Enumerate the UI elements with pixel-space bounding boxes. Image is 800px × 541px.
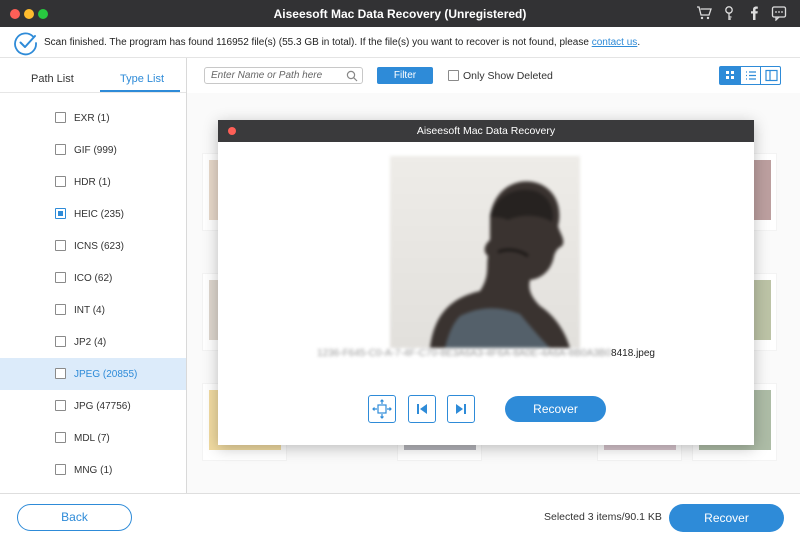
type-list-item[interactable]: JPG (47756) <box>0 390 186 422</box>
preview-filename-visible: 8418.jpeg <box>611 348 655 359</box>
only-show-deleted-checkbox[interactable] <box>448 70 459 81</box>
file-type-list: EXR (1) GIF (999) HDR (1) HEIC (235) ICNS (6… <box>0 102 186 486</box>
view-mode-switcher <box>719 66 781 85</box>
next-file-button[interactable] <box>447 395 475 423</box>
type-label: GIF (999) <box>74 145 117 156</box>
type-label: ICO (62) <box>74 273 113 284</box>
dialog-recover-button[interactable]: Recover <box>505 396 606 422</box>
portrait-preview-image <box>430 181 570 348</box>
facebook-icon[interactable] <box>746 5 762 21</box>
type-checkbox[interactable] <box>55 272 66 283</box>
selected-items-info: Selected 3 items/90.1 KB <box>544 511 662 523</box>
title-bar: Aiseesoft Mac Data Recovery (Unregistere… <box>0 0 800 27</box>
type-label: JP2 (4) <box>74 337 107 348</box>
contact-us-link[interactable]: contact us <box>592 37 638 48</box>
scan-status-suffix: . <box>637 37 641 48</box>
type-checkbox[interactable] <box>55 400 66 411</box>
type-checkbox[interactable] <box>55 208 66 219</box>
tab-path-list[interactable]: Path List <box>31 73 74 85</box>
type-list-item[interactable]: JPEG (20855) <box>0 358 186 390</box>
type-list-item[interactable]: JP2 (4) <box>0 326 186 358</box>
type-list-item[interactable]: MNG (1) <box>0 454 186 486</box>
key-icon[interactable] <box>721 5 737 21</box>
only-show-deleted-label: Only Show Deleted <box>463 70 553 82</box>
type-list-item[interactable]: GIF (999) <box>0 134 186 166</box>
type-label: INT (4) <box>74 305 105 316</box>
type-checkbox[interactable] <box>55 304 66 315</box>
recover-button[interactable]: Recover <box>669 504 784 532</box>
type-label: JPEG (20855) <box>74 369 138 380</box>
previous-icon <box>417 404 427 414</box>
list-view-icon <box>746 71 756 80</box>
image-preview <box>390 156 580 348</box>
type-list-item[interactable]: INT (4) <box>0 294 186 326</box>
type-label: HDR (1) <box>74 177 111 188</box>
type-label: EXR (1) <box>74 113 110 124</box>
previous-file-button[interactable] <box>408 395 436 423</box>
search-box[interactable] <box>204 67 363 84</box>
type-checkbox[interactable] <box>55 368 66 379</box>
type-checkbox[interactable] <box>55 112 66 123</box>
grid-view-icon <box>726 71 734 79</box>
type-list-item[interactable]: ICO (62) <box>0 262 186 294</box>
detail-view-icon <box>765 69 778 82</box>
type-label: JPG (47756) <box>74 401 131 412</box>
grid-view-button[interactable] <box>720 67 740 84</box>
list-tabs: Path List Type List <box>0 58 186 93</box>
scan-status-bar: Scan finished. The program has found 116… <box>0 27 800 58</box>
type-list-item[interactable]: HDR (1) <box>0 166 186 198</box>
type-list-item[interactable]: ICNS (623) <box>0 230 186 262</box>
type-checkbox[interactable] <box>55 336 66 347</box>
next-icon <box>456 404 466 414</box>
type-checkbox[interactable] <box>55 240 66 251</box>
feedback-icon[interactable] <box>771 5 787 21</box>
back-button[interactable]: Back <box>17 504 132 531</box>
dialog-title-bar: Aiseesoft Mac Data Recovery <box>218 120 754 142</box>
dialog-title: Aiseesoft Mac Data Recovery <box>416 125 556 137</box>
type-label: MNG (1) <box>74 465 113 476</box>
filter-button[interactable]: Filter <box>377 67 433 84</box>
search-icon[interactable] <box>346 70 358 82</box>
search-input[interactable] <box>211 69 341 82</box>
preview-filename: 1236-F645-C0-A-7-4F-C70-8E3A6A3-4F6A-8A0… <box>218 348 754 359</box>
type-label: HEIC (235) <box>74 209 125 220</box>
preview-filename-blurred: 1236-F645-C0-A-7-4F-C70-8E3A6A3-4F6A-8A0… <box>317 348 612 359</box>
left-panel: Path List Type List EXR (1) GIF (999) HDR … <box>0 58 187 493</box>
scan-status-text: Scan finished. The program has found 116… <box>44 37 640 48</box>
type-label: ICNS (623) <box>74 241 125 252</box>
bottom-bar: Back Selected 3 items/90.1 KB Recover <box>0 493 800 541</box>
list-view-button[interactable] <box>740 67 760 84</box>
fit-to-window-icon <box>372 399 392 419</box>
detail-view-button[interactable] <box>760 67 781 84</box>
window-title: Aiseesoft Mac Data Recovery (Unregistere… <box>273 7 527 21</box>
tab-type-list[interactable]: Type List <box>120 73 164 85</box>
fit-to-window-button[interactable] <box>368 395 396 423</box>
type-list-item[interactable]: HEIC (235) <box>0 198 186 230</box>
type-list-item[interactable]: EXR (1) <box>0 102 186 134</box>
scan-complete-check-icon <box>14 32 37 56</box>
type-checkbox[interactable] <box>55 432 66 443</box>
preview-dialog: Aiseesoft Mac Data Recovery 1236-F645-C0… <box>218 120 754 445</box>
type-label: MDL (7) <box>74 433 110 444</box>
scan-status-message: Scan finished. The program has found 116… <box>44 37 592 48</box>
active-tab-indicator <box>100 90 180 92</box>
cart-icon[interactable] <box>696 5 712 21</box>
type-list-item[interactable]: MDL (7) <box>0 422 186 454</box>
type-checkbox[interactable] <box>55 464 66 475</box>
type-checkbox[interactable] <box>55 144 66 155</box>
type-checkbox[interactable] <box>55 176 66 187</box>
